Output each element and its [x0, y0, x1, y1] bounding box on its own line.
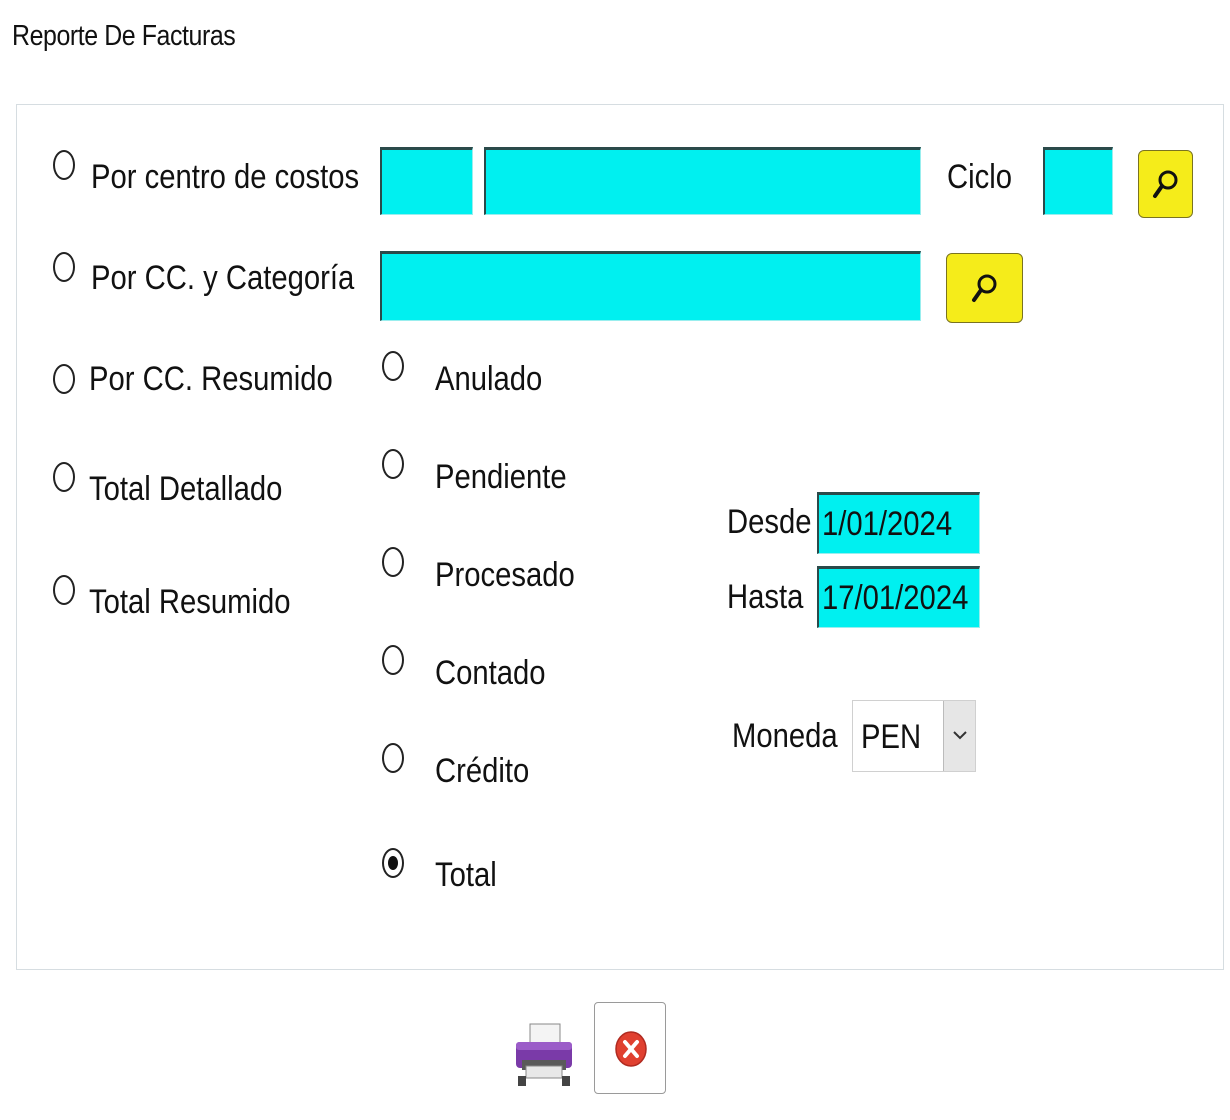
label-total-detallado: Total Detallado	[89, 470, 283, 508]
label-procesado: Procesado	[435, 556, 575, 594]
magnifier-icon	[1152, 170, 1177, 198]
hasta-date-input[interactable]: 17/01/2024	[817, 566, 980, 628]
hasta-label: Hasta	[727, 578, 804, 616]
cost-center-code-input[interactable]	[380, 147, 473, 215]
moneda-select[interactable]: PEN	[852, 700, 976, 772]
moneda-selected-value: PEN	[861, 718, 922, 756]
radio-por-centro-de-costos[interactable]	[53, 150, 75, 180]
label-por-cc-categoria: Por CC. y Categoría	[91, 259, 355, 297]
label-por-centro-de-costos: Por centro de costos	[91, 158, 360, 196]
ciclo-search-button[interactable]	[1138, 150, 1193, 218]
ciclo-input[interactable]	[1043, 147, 1113, 215]
desde-date-value: 1/01/2024	[822, 505, 953, 543]
label-total-resumido: Total Resumido	[89, 583, 291, 621]
radio-por-cc-resumido[interactable]	[53, 364, 75, 394]
label-por-cc-resumido: Por CC. Resumido	[89, 360, 333, 398]
desde-date-input[interactable]: 1/01/2024	[817, 492, 980, 554]
moneda-dropdown-toggle[interactable]	[943, 701, 975, 771]
radio-credito[interactable]	[382, 743, 404, 773]
hasta-date-value: 17/01/2024	[822, 579, 969, 617]
label-anulado: Anulado	[435, 360, 543, 398]
radio-total-detallado[interactable]	[53, 462, 75, 492]
label-total: Total	[435, 856, 497, 894]
label-credito: Crédito	[435, 752, 530, 790]
moneda-label: Moneda	[732, 717, 838, 755]
desde-label: Desde	[727, 503, 812, 541]
close-circle-icon	[615, 1031, 647, 1067]
print-button[interactable]	[512, 1020, 576, 1090]
radio-anulado[interactable]	[382, 351, 404, 381]
printer-icon	[516, 1023, 572, 1086]
label-pendiente: Pendiente	[435, 458, 567, 496]
report-options-panel	[16, 104, 1224, 970]
close-button[interactable]	[594, 1002, 666, 1094]
ciclo-label: Ciclo	[947, 158, 1012, 196]
radio-pendiente[interactable]	[382, 449, 404, 479]
radio-total-resumido[interactable]	[53, 575, 75, 605]
window-title: Reporte De Facturas	[12, 20, 236, 52]
cost-center-name-input[interactable]	[484, 147, 921, 215]
radio-total[interactable]	[382, 848, 404, 878]
radio-contado[interactable]	[382, 645, 404, 675]
category-search-button[interactable]	[946, 253, 1023, 323]
category-input[interactable]	[380, 251, 921, 321]
chevron-down-icon	[953, 731, 967, 740]
radio-procesado[interactable]	[382, 547, 404, 577]
label-contado: Contado	[435, 654, 546, 692]
radio-por-cc-categoria[interactable]	[53, 252, 75, 282]
magnifier-icon	[971, 274, 996, 302]
